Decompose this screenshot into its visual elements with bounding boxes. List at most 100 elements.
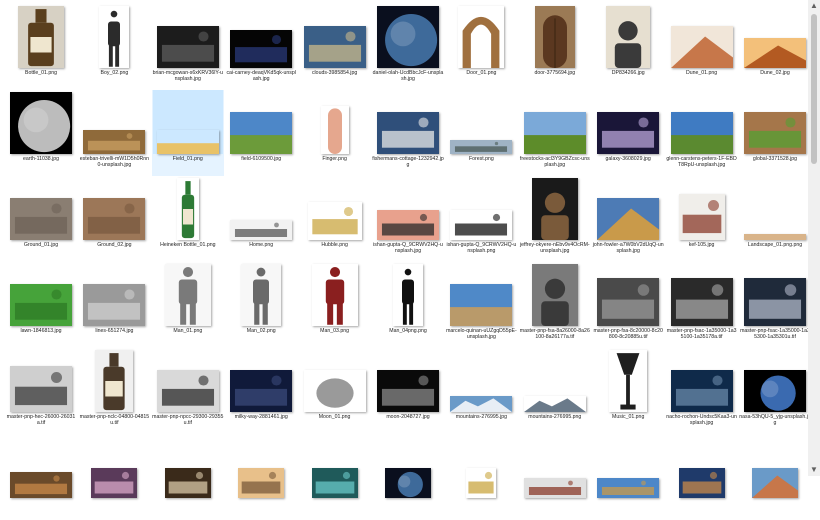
file-name-label: Ground_02.jpg	[97, 242, 132, 248]
file-item[interactable]	[519, 434, 591, 520]
file-item[interactable]: Man_01.png	[152, 262, 224, 348]
file-item[interactable]: john-fowler-a7W0bV2dUqQ-unsplash.jpg	[592, 176, 664, 262]
file-item[interactable]	[78, 434, 150, 520]
photo-thumbnail-icon	[238, 468, 285, 498]
file-thumbnail-frame	[79, 262, 149, 326]
file-item[interactable]: ishan-gupta-Q_9CRWV2HQ-unsplash.jpg	[372, 176, 444, 262]
file-name-label: DP834266.jpg	[611, 70, 645, 76]
file-name-label: brian-mcgowan-s6xKRV36lY-unsplash.jpg	[152, 70, 223, 83]
file-item[interactable]: DP834266.jpg	[592, 4, 664, 90]
file-item[interactable]: global-3371528.jpg	[739, 90, 811, 176]
file-name-label: Bottle_01.png	[24, 70, 58, 76]
file-item[interactable]: clouds-3985854.jpg	[299, 4, 371, 90]
file-item[interactable]: jeffrey-okyere-nEbv9v4OcRM-unsplash.jpg	[519, 176, 591, 262]
file-item[interactable]: Heineken Bottle_01.png	[152, 176, 224, 262]
file-item[interactable]: Door_01.png	[445, 4, 517, 90]
file-item[interactable]: Bottle_01.png	[5, 4, 77, 90]
file-item[interactable]: glenn-carstens-peters-1F-EBDT8RpU-unspla…	[666, 90, 738, 176]
file-item[interactable]: Boy_02.png	[78, 4, 150, 90]
file-item[interactable]: ishan-gupta-Q_9CRWV2HQ-unsplash.png	[445, 176, 517, 262]
file-item[interactable]: Man_03.png	[299, 262, 371, 348]
photo-thumbnail-icon	[597, 112, 660, 154]
file-name-label: daniel-olah-UcdBbcJcF-unsplash.jpg	[372, 70, 444, 83]
file-item[interactable]: moon-2048727.jpg	[372, 348, 444, 434]
file-item[interactable]	[666, 434, 738, 520]
file-item[interactable]: galaxy-3608029.jpg	[592, 90, 664, 176]
file-item[interactable]: Ground_02.jpg	[78, 176, 150, 262]
file-item[interactable]: kef-105.jpg	[666, 176, 738, 262]
file-item[interactable]: door-3775694.jpg	[519, 4, 591, 90]
file-item[interactable]: marcelo-quinan-uUZgqD55pE-unsplash.jpg	[445, 262, 517, 348]
file-item[interactable]: Forest.png	[445, 90, 517, 176]
file-thumbnail-frame	[740, 90, 810, 154]
file-item[interactable]: Hubble.png	[299, 176, 371, 262]
file-item[interactable]: Music_01.png	[592, 348, 664, 434]
file-name-label: jeffrey-okyere-nEbv9v4OcRM-unsplash.jpg	[519, 242, 590, 255]
file-thumbnail-frame	[226, 4, 296, 68]
file-name-label: lines-651274.jpg	[95, 328, 134, 334]
file-item[interactable]: Finger.png	[299, 90, 371, 176]
scroll-down-arrow-icon[interactable]: ▼	[808, 464, 820, 476]
file-item[interactable]	[592, 434, 664, 520]
file-thumbnail-frame	[79, 4, 149, 68]
file-item[interactable]: master-pnp-fsac-1a35000-1a35100-1a35178a…	[666, 262, 738, 348]
file-item[interactable]	[299, 434, 371, 520]
file-item[interactable]: master-pnp-npcc-29300-29355u.tif	[152, 348, 224, 434]
file-item[interactable]: Home.png	[225, 176, 297, 262]
file-item[interactable]: master-pnp-fsa-8a26000-8a26100-8a26177a.…	[519, 262, 591, 348]
file-item[interactable]: Dune_01.png	[666, 4, 738, 90]
file-item[interactable]	[152, 434, 224, 520]
file-name-label: master-pnp-hec-26000-26031a.tif	[6, 414, 76, 427]
photo-thumbnail-icon	[678, 194, 725, 240]
file-name-label: Landscape_01.png.png	[747, 242, 803, 248]
file-item[interactable]: mountains-276995.jpg	[445, 348, 517, 434]
file-item[interactable]: nasa-53hQU-5_yjg-unsplash.jpg	[739, 348, 811, 434]
vertical-scrollbar[interactable]: ▲ ▼	[808, 0, 820, 476]
file-item[interactable]: earth-11038.jpg	[5, 90, 77, 176]
file-item[interactable]: Moon_01.png	[299, 348, 371, 434]
file-thumbnail-frame	[79, 90, 149, 154]
file-item[interactable]: nacho-rochon-Undsc5Kaa3-unsplash.jpg	[666, 348, 738, 434]
file-item[interactable]: Landscape_01.png.png	[739, 176, 811, 262]
person-thumbnail-icon	[241, 264, 282, 326]
file-name-label: esteban-trivelli-mW1D5h0Rnn0-unsplash.jp…	[79, 156, 149, 169]
file-item[interactable]: master-pnp-hec-26000-26031a.tif	[5, 348, 77, 434]
file-name-label: Field_01.png	[172, 156, 203, 162]
file-item[interactable]: fishermans-cottage-1232942.jpg	[372, 90, 444, 176]
file-item[interactable]: brian-mcgowan-s6xKRV36lY-unsplash.jpg	[152, 4, 224, 90]
scroll-up-arrow-icon[interactable]: ▲	[808, 0, 820, 12]
scroll-thumb[interactable]	[811, 14, 817, 164]
file-item[interactable]: master-pnp-fsa-8c20000-8c20800-8c20885u.…	[592, 262, 664, 348]
file-name-label: glenn-carstens-peters-1F-EBDT8RpU-unspla…	[666, 156, 737, 169]
file-item[interactable]: milky-way-2881461.jpg	[225, 348, 297, 434]
file-item[interactable]: Field_01.png	[151, 90, 224, 176]
file-item[interactable]	[445, 434, 517, 520]
file-item[interactable]: lawn-1846813.jpg	[5, 262, 77, 348]
photo-thumbnail-icon	[597, 278, 660, 326]
file-item[interactable]: master-pnp-fsac-1a35000-1a35300-1a35301u…	[739, 262, 811, 348]
file-thumbnail-frame	[6, 176, 76, 240]
file-item[interactable]: mountains-276995.png	[519, 348, 591, 434]
file-item[interactable]: Man_02.png	[225, 262, 297, 348]
file-name-label: Hubble.png	[321, 242, 348, 248]
file-item[interactable]: master-pnp-nclc-04800-04815u.tif	[78, 348, 150, 434]
file-item[interactable]: cai-carney-deaqVKd5qk-unsplash.jpg	[225, 4, 297, 90]
file-item[interactable]: Dune_02.jpg	[739, 4, 811, 90]
file-item[interactable]	[372, 434, 444, 520]
file-item[interactable]: daniel-olah-UcdBbcJcF-unsplash.jpg	[372, 4, 444, 90]
file-item[interactable]: Ground_01.jpg	[5, 176, 77, 262]
file-item[interactable]: lines-651274.jpg	[78, 262, 150, 348]
file-item[interactable]	[739, 434, 811, 520]
file-item[interactable]	[5, 434, 77, 520]
file-item[interactable]	[225, 434, 297, 520]
file-item[interactable]: field-6109500.jpg	[225, 90, 297, 176]
photo-thumbnail-icon	[678, 468, 725, 498]
file-thumbnail-frame	[152, 90, 223, 154]
file-item[interactable]: esteban-trivelli-mW1D5h0Rnn0-unsplash.jp…	[78, 90, 150, 176]
file-item[interactable]: Man_04png.png	[372, 262, 444, 348]
photo-thumbnail-icon	[450, 140, 513, 154]
person-thumbnail-icon	[393, 264, 423, 326]
file-name-label: ishan-gupta-Q_9CRWV2HQ-unsplash.png	[446, 242, 517, 255]
file-item[interactable]: freestocks-acl3Y9GBZcsc-unsplash.jpg	[519, 90, 591, 176]
file-thumbnail-frame	[520, 434, 590, 498]
